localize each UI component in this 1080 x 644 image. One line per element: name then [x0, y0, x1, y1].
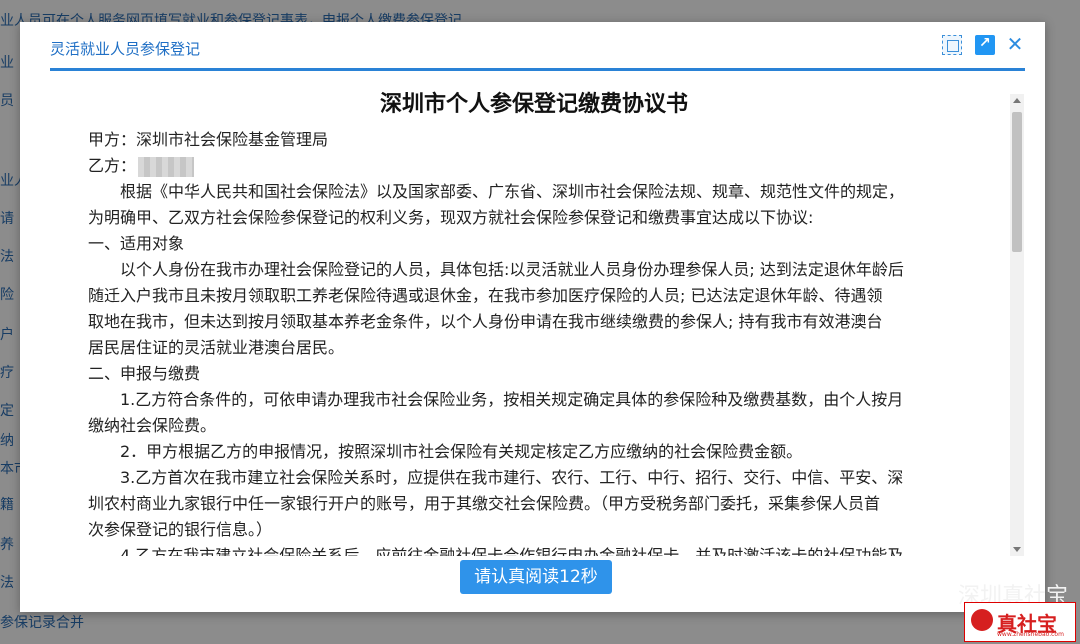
document-line: 居民居住证的灵活就业港澳台居民。: [88, 338, 345, 357]
party-b-label: 乙方：: [88, 156, 137, 175]
document-line: 以个人身份在我市办理社会保险登记的人员，具体包括:以灵活就业人员身份办理参保人员…: [120, 260, 904, 279]
watermark-logo: 真社宝 www.zhenshebao.com: [964, 602, 1076, 642]
registration-modal: 灵活就业人员参保登记 ✕ 深圳市个人参保登记缴费协议书 甲方：深圳市社会保险基金…: [20, 22, 1045, 612]
party-b: 乙方：: [88, 152, 195, 177]
logo-mark-icon: [971, 609, 993, 631]
document-title: 深圳市个人参保登记缴费协议书: [379, 92, 688, 117]
scrollbar-thumb[interactable]: [1012, 112, 1022, 252]
agreement-document[interactable]: 深圳市个人参保登记缴费协议书 甲方：深圳市社会保险基金管理局 乙方： 根据《中华…: [60, 74, 1008, 556]
document-line: 2．甲方根据乙方的申报情况，按照深圳市社会保险有关规定核定乙方应缴纳的社会保险费…: [120, 442, 803, 461]
scroll-up-arrow-icon[interactable]: [1013, 98, 1021, 103]
document-line: 1.乙方符合条件的，可依申请办理我市社会保险业务，按相关规定确定具体的参保险种及…: [120, 390, 904, 409]
section-heading: 一、适用对象: [88, 234, 185, 253]
document-line: 圳农村商业九家银行中任一家银行开户的账号，用于其缴交社会保险费。（甲方受税务部门…: [88, 494, 881, 513]
party-a: 甲方：深圳市社会保险基金管理局: [88, 130, 329, 149]
document-scrollbar[interactable]: [1010, 94, 1024, 556]
document-line: 取地在我市，但未达到按月领取基本养老金条件，以个人身份申请在我市继续缴费的参保人…: [88, 312, 883, 331]
document-line: 4.乙方在我市建立社会保险关系后，应前往金融社保卡合作银行申办金融社保卡，并及时…: [120, 546, 904, 556]
logo-subtext: www.zhenshebao.com: [997, 631, 1064, 638]
open-external-icon[interactable]: [975, 35, 995, 55]
close-icon[interactable]: ✕: [1005, 34, 1025, 54]
read-countdown-button[interactable]: 请认真阅读12秒: [460, 560, 612, 594]
modal-title: 灵活就业人员参保登记: [50, 40, 201, 58]
section-heading: 二、申报与缴费: [88, 364, 201, 383]
document-line: 3.乙方首次在我市建立社会保险关系时，应提供在我市建行、农行、工行、中行、招行、…: [120, 468, 904, 487]
document-line: 次参保登记的银行信息。）: [88, 520, 273, 539]
document-line: 为明确甲、乙双方社会保险参保登记的权利义务，现双方就社会保险参保登记和缴费事宜达…: [88, 208, 814, 227]
screenshot-icon[interactable]: [942, 35, 962, 55]
document-line: 根据《中华人民共和国社会保险法》以及国家部委、广东省、深圳市社会保险法规、规章、…: [120, 182, 905, 201]
modal-header: 灵活就业人员参保登记 ✕: [20, 22, 1045, 71]
scroll-down-arrow-icon[interactable]: [1013, 547, 1021, 552]
header-divider: [50, 68, 1025, 71]
redacted-name: [138, 156, 195, 177]
document-line: 缴纳社会保险费。: [88, 416, 217, 435]
document-line: 随迁入户我市且未按月领取职工养老保险待遇或退休金，在我市参加医疗保险的人员; 已…: [88, 286, 883, 305]
